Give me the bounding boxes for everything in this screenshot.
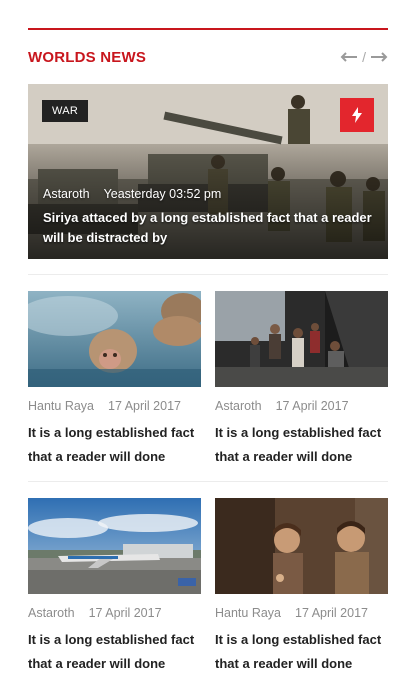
article-title[interactable]: It is a long established fact that a rea… [28,421,201,469]
flash-badge [340,98,374,132]
worlds-news-widget: WORLDS NEWS / WAR Astaroth Yeasterday 03… [28,28,388,676]
section-header: WORLDS NEWS / [28,30,388,84]
featured-meta: Astaroth Yeasterday 03:52 pm [43,187,221,201]
article-thumbnail[interactable] [28,291,201,387]
article-meta: Astaroth 17 April 2017 [215,399,388,413]
article-card[interactable]: Astaroth 17 April 2017 It is a long esta… [28,498,201,676]
featured-time: Yeasterday 03:52 pm [103,187,222,201]
article-date: 17 April 2017 [275,399,349,413]
article-row: Hantu Raya 17 April 2017 It is a long es… [28,291,388,469]
article-thumbnail[interactable] [28,498,201,594]
section-title: WORLDS NEWS [28,48,147,66]
article-card[interactable]: Hantu Raya 17 April 2017 It is a long es… [28,291,201,469]
article-author[interactable]: Hantu Raya [28,399,94,413]
article-title[interactable]: It is a long established fact that a rea… [215,421,388,469]
nav-separator: / [362,49,366,65]
featured-title[interactable]: Siriya attaced by a long established fac… [43,208,378,248]
article-card[interactable]: Astaroth 17 April 2017 It is a long esta… [215,291,388,469]
article-date: 17 April 2017 [295,606,368,620]
article-title[interactable]: It is a long established fact that a rea… [215,628,388,676]
article-meta: Astaroth 17 April 2017 [28,606,201,620]
arrow-right-icon[interactable] [370,51,388,63]
article-meta: Hantu Raya 17 April 2017 [28,399,201,413]
article-author[interactable]: Astaroth [28,606,75,620]
article-thumbnail[interactable] [215,498,388,594]
article-date: 17 April 2017 [88,606,162,620]
arrow-left-icon[interactable] [340,51,358,63]
article-author[interactable]: Hantu Raya [215,606,281,620]
article-date: 17 April 2017 [108,399,181,413]
category-badge[interactable]: WAR [42,100,89,122]
featured-author[interactable]: Astaroth [43,187,90,201]
featured-article[interactable]: WAR Astaroth Yeasterday 03:52 pm Siriya … [28,84,388,259]
article-meta: Hantu Raya 17 April 2017 [215,606,388,620]
article-row: Astaroth 17 April 2017 It is a long esta… [28,498,388,676]
article-thumbnail[interactable] [215,291,388,387]
lightning-icon [352,107,362,123]
article-card[interactable]: Hantu Raya 17 April 2017 It is a long es… [215,498,388,676]
carousel-nav: / [340,49,388,65]
article-title[interactable]: It is a long established fact that a rea… [28,628,201,676]
article-author[interactable]: Astaroth [215,399,262,413]
